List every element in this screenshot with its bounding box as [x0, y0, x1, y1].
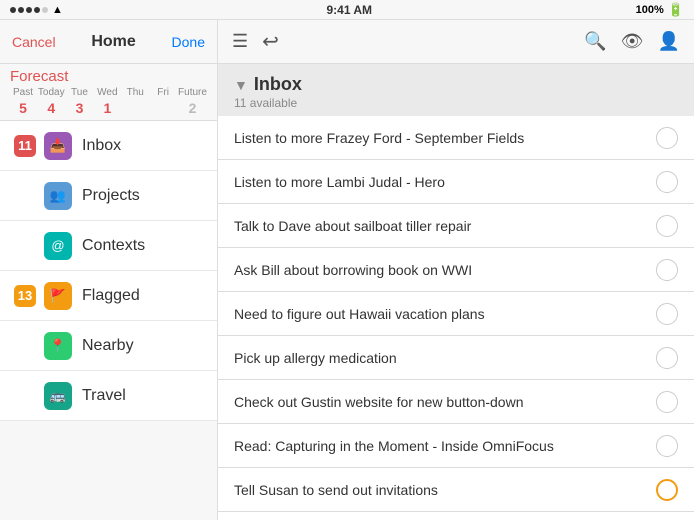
battery-label: 100% — [636, 4, 664, 16]
status-right: 100% 🔋 — [636, 2, 684, 18]
sidebar-item-travel[interactable]: 🚌 Travel — [0, 371, 217, 421]
nearby-icon: 📍 — [44, 332, 72, 360]
inbox-label: Inbox — [82, 137, 121, 155]
main-layout: Cancel Home Done Forecast Past 5 Today 4… — [0, 20, 694, 520]
wifi-icon: ▲ — [52, 4, 63, 16]
task-circle — [656, 435, 678, 457]
task-circle — [656, 171, 678, 193]
task-circle — [656, 303, 678, 325]
status-time: 9:41 AM — [326, 3, 372, 17]
forecast-day-fri: Fri — [150, 87, 176, 100]
forecast-day-past: Past 5 — [10, 87, 36, 116]
forecast-day-tue: Tue 3 — [66, 87, 92, 116]
forecast-day-today: Today 4 — [38, 87, 65, 116]
sidebar-header: Cancel Home Done — [0, 20, 217, 64]
status-left: ▲ — [10, 4, 63, 16]
sidebar-title: Home — [91, 33, 135, 51]
sidebar: Cancel Home Done Forecast Past 5 Today 4… — [0, 20, 218, 520]
contexts-label: Contexts — [82, 237, 145, 255]
forecast-title: Forecast — [10, 68, 207, 85]
section-title-text: Inbox — [254, 74, 302, 95]
task-item[interactable]: Need to figure out Hawaii vacation plans — [218, 292, 694, 336]
status-bar: ▲ 9:41 AM 100% 🔋 — [0, 0, 694, 20]
task-circle — [656, 215, 678, 237]
task-item-deferred[interactable]: Unsubscribe from PB mailings Deferred un… — [218, 512, 694, 520]
battery-icon: 🔋 — [668, 2, 684, 18]
task-item[interactable]: Ask Bill about borrowing book on WWI — [218, 248, 694, 292]
hamburger-icon[interactable]: ☰ — [232, 31, 248, 52]
content-toolbar: ☰ ↩ 🔍 👁 👤 — [218, 20, 694, 64]
content-area: ☰ ↩ 🔍 👁 👤 ▼ Inbox 11 available Listen to… — [218, 20, 694, 520]
task-item[interactable]: Pick up allergy medication — [218, 336, 694, 380]
sidebar-item-contexts[interactable]: @ Contexts — [0, 221, 217, 271]
contexts-icon: @ — [44, 232, 72, 260]
flagged-label: Flagged — [82, 287, 140, 305]
person-icon[interactable]: 👤 — [658, 31, 680, 52]
forecast-strip: Forecast Past 5 Today 4 Tue 3 Wed 1 — [0, 64, 217, 121]
projects-icon: 👥 — [44, 182, 72, 210]
task-item[interactable]: Talk to Dave about sailboat tiller repai… — [218, 204, 694, 248]
search-icon[interactable]: 🔍 — [584, 31, 606, 52]
task-circle — [656, 127, 678, 149]
section-title: ▼ Inbox — [234, 74, 678, 95]
nearby-label: Nearby — [82, 337, 134, 355]
forecast-day-thu: Thu — [122, 87, 148, 100]
inbox-badge: 11 — [14, 135, 36, 157]
projects-label: Projects — [82, 187, 140, 205]
forecast-days: Past 5 Today 4 Tue 3 Wed 1 Thu — [10, 87, 207, 116]
task-list: Listen to more Frazey Ford - September F… — [218, 116, 694, 520]
sidebar-nav: 11 📥 Inbox 👥 Projects @ Contexts 13 🚩 Fl… — [0, 121, 217, 520]
flagged-badge: 13 — [14, 285, 36, 307]
task-item[interactable]: Listen to more Lambi Judal - Hero — [218, 160, 694, 204]
flagged-icon: 🚩 — [44, 282, 72, 310]
sidebar-item-flagged[interactable]: 13 🚩 Flagged — [0, 271, 217, 321]
task-item[interactable]: Tell Susan to send out invitations — [218, 468, 694, 512]
done-button[interactable]: Done — [172, 34, 205, 50]
forecast-day-wed: Wed 1 — [94, 87, 120, 116]
task-item[interactable]: Read: Capturing in the Moment - Inside O… — [218, 424, 694, 468]
task-circle — [656, 391, 678, 413]
signal-dots — [10, 7, 48, 13]
content-header: ▼ Inbox 11 available — [218, 64, 694, 116]
forecast-day-future: Future 2 — [178, 87, 207, 116]
task-item[interactable]: Listen to more Frazey Ford - September F… — [218, 116, 694, 160]
travel-label: Travel — [82, 387, 126, 405]
task-item[interactable]: Check out Gustin website for new button-… — [218, 380, 694, 424]
travel-icon: 🚌 — [44, 382, 72, 410]
inbox-icon: 📥 — [44, 132, 72, 160]
chevron-icon: ▼ — [234, 77, 248, 93]
eye-icon[interactable]: 👁 — [621, 31, 644, 52]
toolbar-left: ☰ ↩ — [232, 29, 279, 54]
cancel-button[interactable]: Cancel — [12, 34, 56, 50]
task-circle — [656, 259, 678, 281]
task-circle-orange — [656, 479, 678, 501]
sidebar-item-projects[interactable]: 👥 Projects — [0, 171, 217, 221]
undo-icon[interactable]: ↩ — [262, 29, 279, 54]
toolbar-right: 🔍 👁 👤 — [584, 31, 680, 52]
sidebar-item-nearby[interactable]: 📍 Nearby — [0, 321, 217, 371]
section-count: 11 available — [234, 96, 678, 110]
sidebar-item-inbox[interactable]: 11 📥 Inbox — [0, 121, 217, 171]
task-circle — [656, 347, 678, 369]
